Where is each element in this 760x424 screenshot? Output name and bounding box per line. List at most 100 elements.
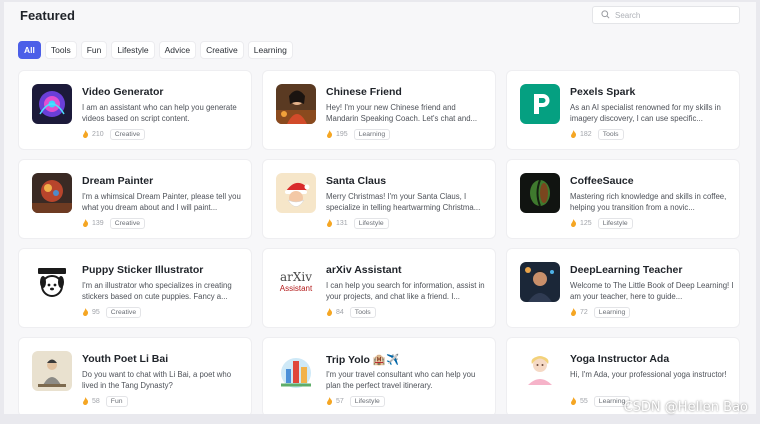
- bot-description: I am an assistant who can help you gener…: [82, 103, 237, 123]
- bot-meta: 125 Lifestyle: [570, 218, 633, 229]
- popularity: 195: [326, 129, 348, 140]
- bot-name: Dream Painter: [82, 175, 154, 187]
- bot-name: Pexels Spark: [570, 86, 636, 98]
- bot-name: Trip Yolo 🏨✈️: [326, 354, 400, 366]
- bot-card[interactable]: Puppy Sticker Illustrator I'm an illustr…: [18, 248, 252, 328]
- bot-card[interactable]: Chinese Friend Hey! I'm your new Chinese…: [262, 70, 496, 150]
- tab-all[interactable]: All: [18, 41, 41, 59]
- flame-icon: [570, 129, 577, 140]
- bot-description: Do you want to chat with Li Bai, a poet …: [82, 370, 232, 390]
- category-tag: Creative: [109, 218, 145, 229]
- video-generator-avatar: [32, 84, 72, 124]
- tab-fun[interactable]: Fun: [80, 41, 108, 59]
- bot-name: Puppy Sticker Illustrator: [82, 264, 204, 276]
- popularity-count: 58: [92, 398, 100, 405]
- pexels-logo: [520, 84, 560, 124]
- arxiv-logo-text: arXiv: [279, 269, 313, 284]
- flame-icon: [326, 307, 333, 318]
- popularity: 182: [570, 129, 592, 140]
- flame-icon: [326, 129, 333, 140]
- bot-meta: 182 Tools: [570, 129, 624, 140]
- popularity: 210: [82, 129, 104, 140]
- bot-name: Yoga Instructor Ada: [570, 353, 670, 365]
- flame-icon: [570, 218, 577, 229]
- popularity-count: 139: [92, 220, 104, 227]
- bot-card[interactable]: arXiv Assistant arXiv Assistant I can he…: [262, 248, 496, 328]
- tab-creative[interactable]: Creative: [200, 41, 244, 59]
- popularity: 55: [570, 396, 588, 407]
- header: Featured: [4, 2, 756, 32]
- flame-icon: [326, 218, 333, 229]
- popularity: 58: [82, 396, 100, 407]
- bot-card[interactable]: Video Generator I am an assistant who ca…: [18, 70, 252, 150]
- popularity-count: 72: [580, 309, 588, 316]
- bot-card[interactable]: DeepLearning Teacher Welcome to The Litt…: [506, 248, 740, 328]
- page-title: Featured: [20, 8, 75, 23]
- bot-name: DeepLearning Teacher: [570, 264, 683, 276]
- bot-description: I'm an illustrator who specializes in cr…: [82, 281, 232, 301]
- bot-card[interactable]: Santa Claus Merry Christmas! I'm your Sa…: [262, 159, 496, 239]
- bot-meta: 139 Creative: [82, 218, 145, 229]
- popularity-count: 195: [336, 131, 348, 138]
- bot-card[interactable]: Trip Yolo 🏨✈️ I'm your travel consultant…: [262, 337, 496, 414]
- bot-grid: Video Generator I am an assistant who ca…: [18, 70, 740, 414]
- category-tag: Tools: [597, 129, 624, 140]
- popularity: 139: [82, 218, 104, 229]
- bot-card[interactable]: Youth Poet Li Bai Do you want to chat wi…: [18, 337, 252, 414]
- popularity-count: 95: [92, 309, 100, 316]
- popularity-count: 131: [336, 220, 348, 227]
- flame-icon: [570, 307, 577, 318]
- bot-meta: 72 Learning: [570, 307, 631, 318]
- bot-name: CoffeeSauce: [570, 175, 634, 187]
- search-box[interactable]: [592, 6, 740, 24]
- app-frame: Featured All Tools Fun Lifestyle Advice …: [4, 2, 756, 414]
- bot-description: I can help you search for information, a…: [326, 281, 485, 301]
- bot-description: Hi, I'm Ada, your professional yoga inst…: [570, 370, 727, 379]
- category-tag: Lifestyle: [353, 218, 389, 229]
- bot-meta: 210 Creative: [82, 129, 145, 140]
- tab-learning[interactable]: Learning: [247, 41, 293, 59]
- bot-description: Merry Christmas! I'm your Santa Claus, I…: [326, 192, 481, 212]
- chinese-friend-avatar: [276, 84, 316, 124]
- popularity: 72: [570, 307, 588, 318]
- bot-card[interactable]: Dream Painter I'm a whimsical Dream Pain…: [18, 159, 252, 239]
- popularity: 57: [326, 396, 344, 407]
- popularity: 84: [326, 307, 344, 318]
- bot-meta: 131 Lifestyle: [326, 218, 389, 229]
- category-tag: Fun: [105, 396, 128, 407]
- search-input[interactable]: [615, 10, 725, 20]
- popularity-count: 55: [580, 398, 588, 405]
- bot-meta: 195 Learning: [326, 129, 391, 140]
- category-tag: Learning: [593, 307, 631, 318]
- tab-tools[interactable]: Tools: [44, 41, 77, 59]
- popularity-count: 125: [580, 220, 592, 227]
- popularity-count: 182: [580, 131, 592, 138]
- search-icon: [601, 6, 610, 24]
- deeplearning-teacher-avatar: [520, 262, 560, 302]
- bot-name: Chinese Friend: [326, 86, 402, 98]
- popularity-count: 210: [92, 131, 104, 138]
- category-tag: Creative: [109, 129, 145, 140]
- bot-card[interactable]: CoffeeSauce Mastering rich knowledge and…: [506, 159, 740, 239]
- tab-lifestyle[interactable]: Lifestyle: [111, 41, 155, 59]
- popularity: 125: [570, 218, 592, 229]
- category-tag: Lifestyle: [349, 396, 385, 407]
- watermark: CSDN @Hellen Bao: [623, 400, 748, 415]
- bot-name: Santa Claus: [326, 175, 387, 187]
- puppy-sticker-avatar: [32, 262, 72, 302]
- bot-meta: 95 Creative: [82, 307, 142, 318]
- arxiv-logo-subtext: Assistant: [279, 283, 313, 293]
- bot-description: As an AI specialist renowned for my skil…: [570, 103, 721, 123]
- bot-card[interactable]: Pexels Spark As an AI specialist renowne…: [506, 70, 740, 150]
- li-bai-avatar: [32, 351, 72, 391]
- flame-icon: [82, 218, 89, 229]
- flame-icon: [82, 396, 89, 407]
- category-tag: Lifestyle: [597, 218, 633, 229]
- arxiv-logo: arXiv Assistant: [276, 262, 316, 302]
- bot-description: Mastering rich knowledge and skills in c…: [570, 192, 727, 212]
- coffee-bean-avatar: [520, 173, 560, 213]
- tab-advice[interactable]: Advice: [158, 41, 197, 59]
- flame-icon: [82, 129, 89, 140]
- category-tabs: All Tools Fun Lifestyle Advice Creative …: [18, 41, 293, 59]
- bot-description: I'm a whimsical Dream Painter, please te…: [82, 192, 241, 212]
